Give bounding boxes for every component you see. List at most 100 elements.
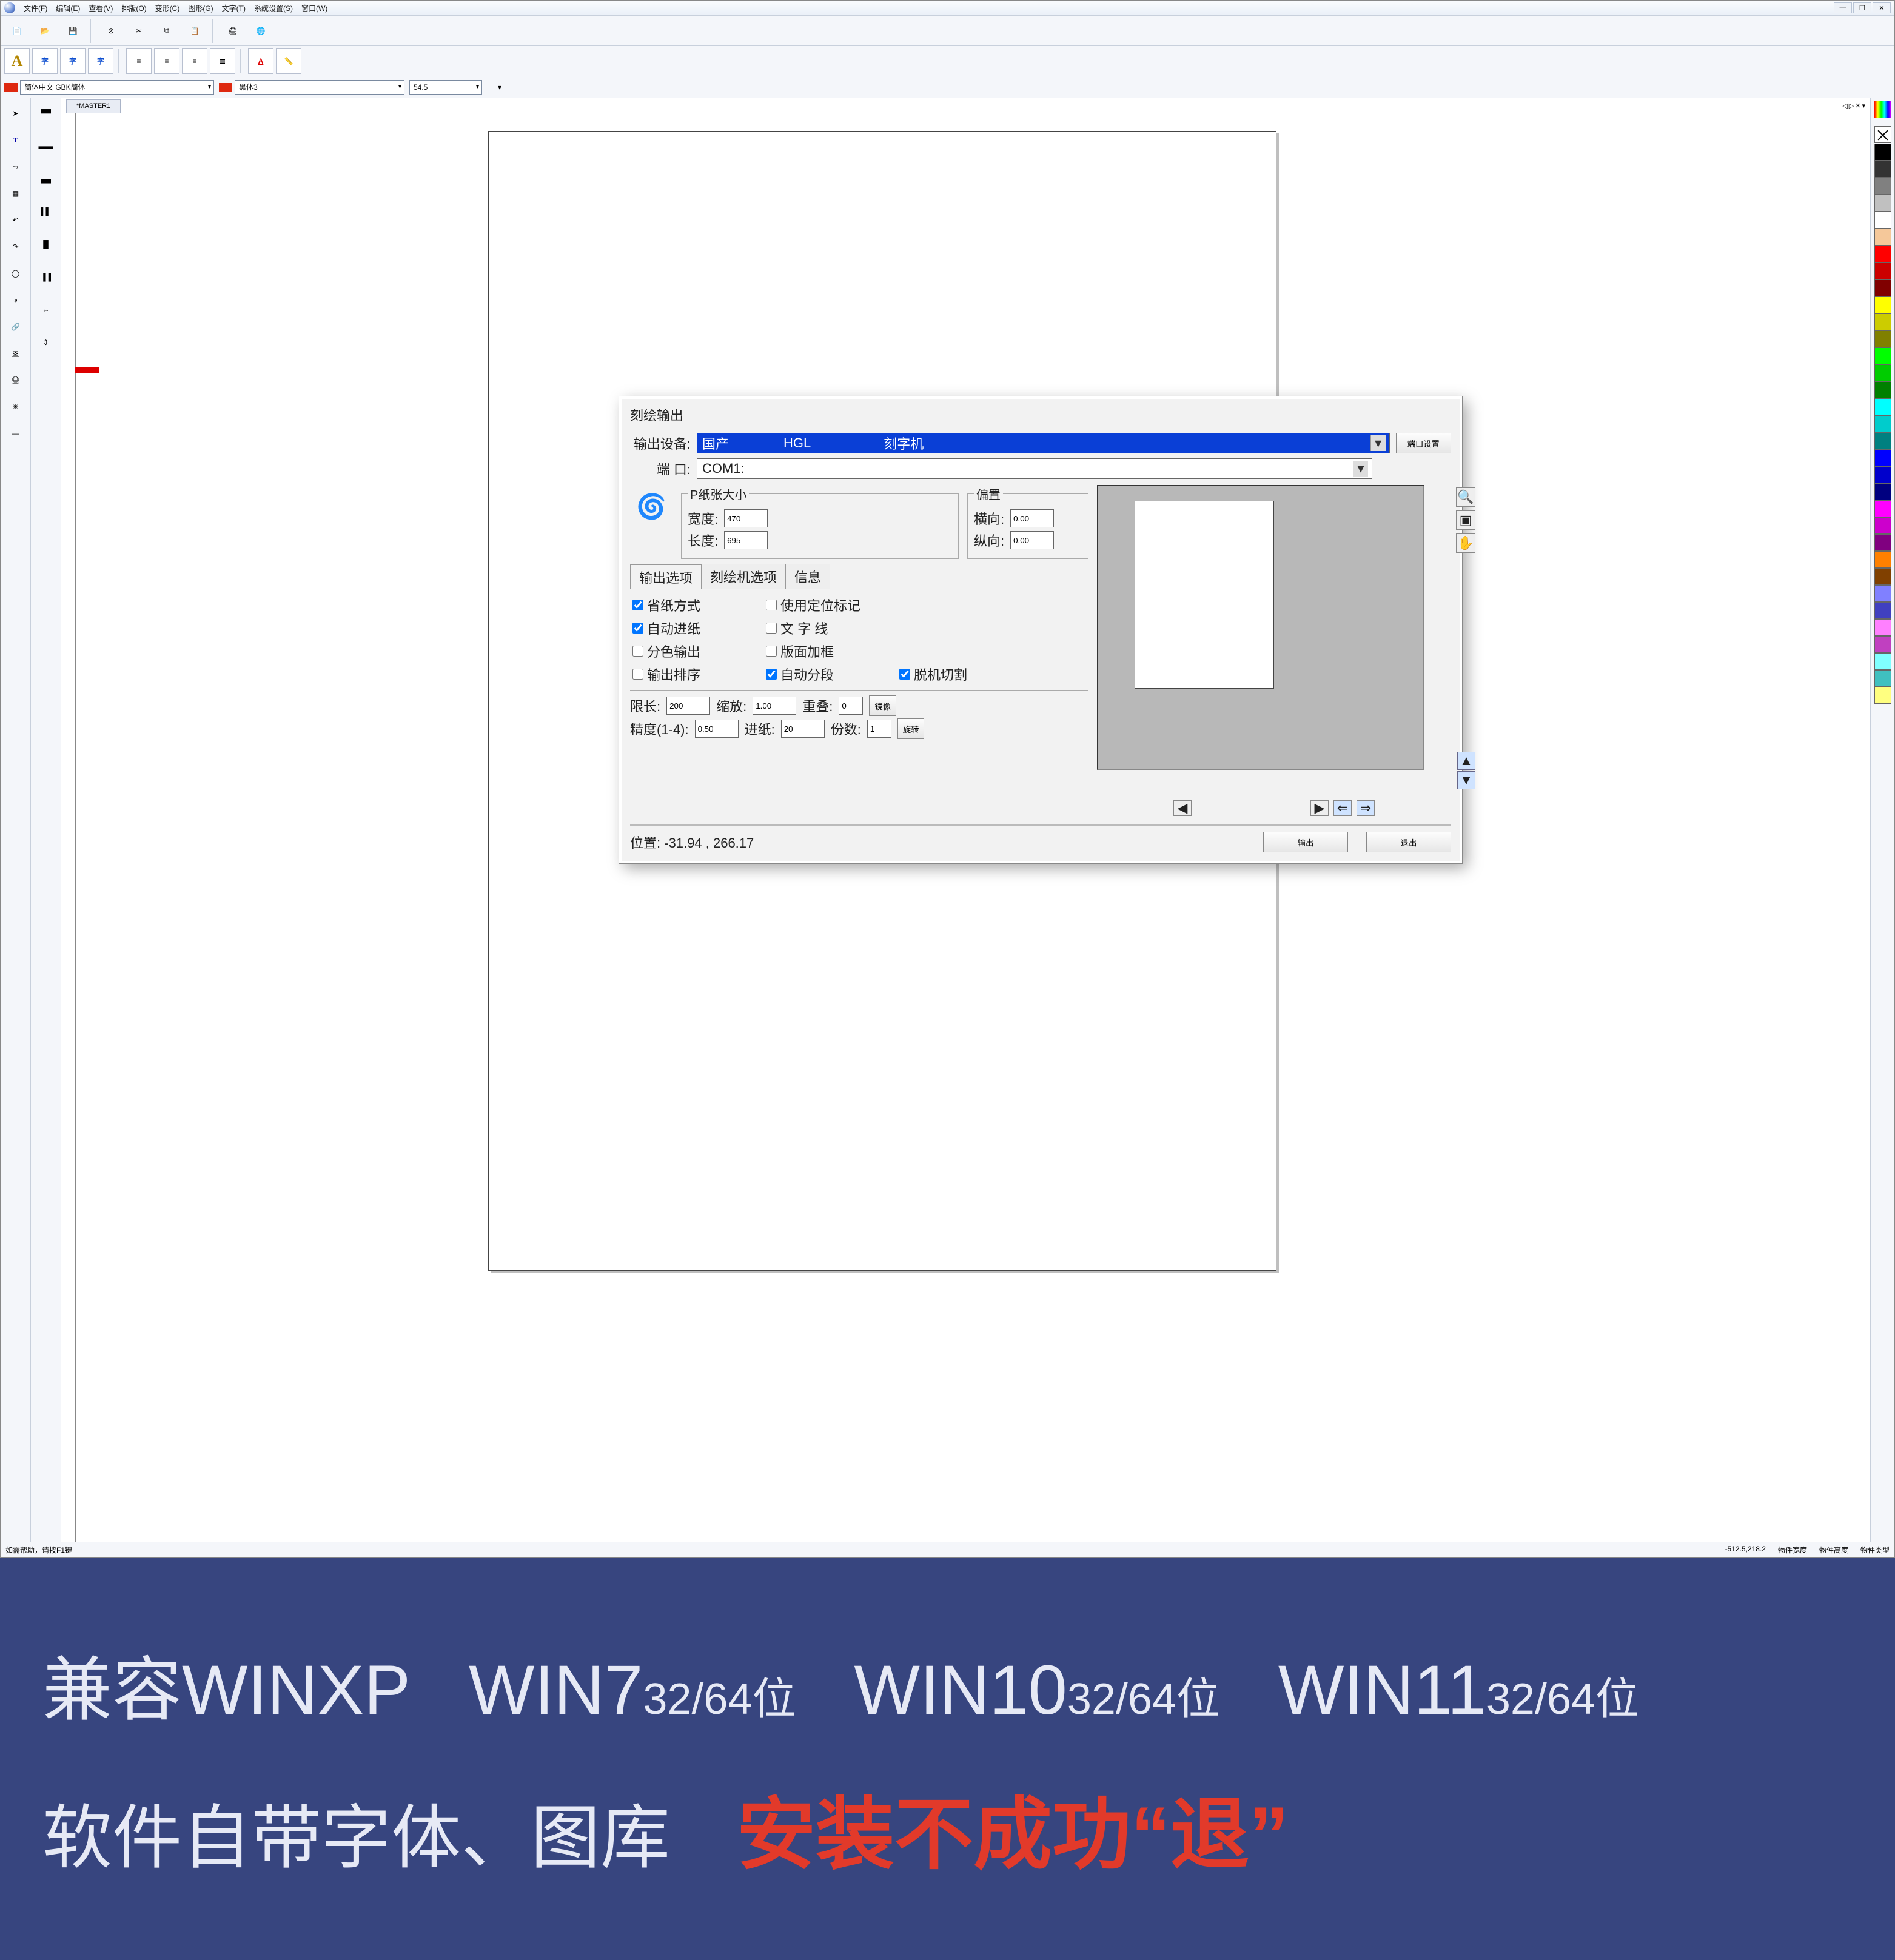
- color-swatch[interactable]: [1874, 161, 1891, 178]
- color-swatch[interactable]: [1874, 347, 1891, 364]
- menu-edit[interactable]: 编辑(E): [56, 3, 80, 13]
- overlap-input[interactable]: [839, 697, 863, 715]
- shapes-icon[interactable]: ◑: [3, 287, 29, 313]
- menu-text[interactable]: 文字(T): [222, 3, 246, 13]
- dist-h-icon[interactable]: ⇔: [33, 297, 59, 323]
- color-swatch[interactable]: [1874, 330, 1891, 347]
- align-top-icon[interactable]: ▀▀: [33, 101, 59, 126]
- tab-menu-icon[interactable]: ▾: [1862, 102, 1865, 110]
- gallery-icon[interactable]: 🖼: [3, 341, 29, 366]
- align-center-icon[interactable]: ≡: [154, 48, 179, 74]
- color-swatch[interactable]: [1874, 466, 1891, 483]
- node-tool-icon[interactable]: ⤳: [3, 154, 29, 179]
- undo-icon[interactable]: ↶: [3, 207, 29, 233]
- tab-next-icon[interactable]: ▷: [1849, 102, 1854, 110]
- color-swatch[interactable]: [1874, 449, 1891, 466]
- menu-view[interactable]: 查看(V): [89, 3, 113, 13]
- minimize-button[interactable]: —: [1834, 2, 1852, 13]
- chk-frame[interactable]: 版面加框: [766, 641, 887, 661]
- menu-shape[interactable]: 图形(G): [188, 3, 213, 13]
- scroll-up-icon[interactable]: ▲: [1457, 752, 1475, 770]
- plot-icon[interactable]: 🌐: [248, 18, 273, 44]
- effects-icon[interactable]: ✳: [3, 394, 29, 420]
- precision-input[interactable]: [695, 720, 739, 738]
- scale-input[interactable]: [753, 697, 796, 715]
- underline-a-icon[interactable]: A: [248, 48, 273, 74]
- new-icon[interactable]: 📄: [4, 18, 30, 44]
- scroll-right-icon[interactable]: ▶: [1310, 800, 1329, 816]
- device-select[interactable]: 国产 HGL 刻字机: [697, 433, 1390, 453]
- feed-input[interactable]: [781, 720, 825, 738]
- zoom-icon[interactable]: 🔍: [1456, 487, 1475, 507]
- color-swatch[interactable]: [1874, 296, 1891, 313]
- color-swatch[interactable]: [1874, 415, 1891, 432]
- color-swatch[interactable]: [1874, 246, 1891, 263]
- color-swatch[interactable]: [1874, 551, 1891, 568]
- ruler-icon[interactable]: 📏: [276, 48, 301, 74]
- align-right-icon[interactable]: ≡: [182, 48, 207, 74]
- color-swatch[interactable]: [1874, 585, 1891, 602]
- scroll-left-icon[interactable]: ◀: [1173, 800, 1192, 816]
- chk-autoseg[interactable]: 自动分段: [766, 664, 887, 684]
- color-swatch[interactable]: [1874, 229, 1891, 246]
- font-size-combo[interactable]: 54.5: [409, 80, 482, 95]
- hoff-input[interactable]: [1010, 509, 1054, 527]
- align-vcenter-icon[interactable]: ▬▬: [33, 133, 59, 159]
- rainbow-icon[interactable]: [1874, 101, 1891, 118]
- guide-handle[interactable]: [75, 367, 99, 373]
- chk-sort[interactable]: 输出排序: [632, 664, 754, 684]
- nav-right-icon[interactable]: ⇒: [1357, 800, 1375, 816]
- chk-autofeed[interactable]: 自动进纸: [632, 618, 754, 638]
- color-swatch[interactable]: [1874, 602, 1891, 619]
- color-swatch[interactable]: [1874, 636, 1891, 653]
- char1-icon[interactable]: 字: [32, 48, 58, 74]
- hand-icon[interactable]: ✋: [1456, 533, 1475, 553]
- color-swatch[interactable]: [1874, 619, 1891, 636]
- chk-colorsep[interactable]: 分色输出: [632, 641, 754, 661]
- rotate-button[interactable]: 旋转: [897, 718, 925, 739]
- table-icon[interactable]: ▦: [3, 181, 29, 206]
- text-tool-icon[interactable]: T: [3, 127, 29, 153]
- output-icon[interactable]: 🖨: [3, 367, 29, 393]
- align-left2-icon[interactable]: ▌▌: [33, 199, 59, 224]
- align-justify-icon[interactable]: ≣: [210, 48, 235, 74]
- maximize-button[interactable]: ❐: [1853, 2, 1871, 13]
- size-down-icon[interactable]: ▾: [487, 75, 512, 100]
- length-input[interactable]: [724, 531, 768, 549]
- color-swatch[interactable]: [1874, 178, 1891, 195]
- color-swatch[interactable]: [1874, 279, 1891, 296]
- menu-window[interactable]: 窗口(W): [301, 3, 327, 13]
- align-left-icon[interactable]: ≡: [126, 48, 152, 74]
- font-combo[interactable]: 黑体3: [235, 80, 404, 95]
- width-input[interactable]: [724, 509, 768, 527]
- tab-info[interactable]: 信息: [785, 564, 830, 589]
- char2-icon[interactable]: 字: [60, 48, 86, 74]
- char3-icon[interactable]: 字: [88, 48, 113, 74]
- color-swatch[interactable]: [1874, 263, 1891, 279]
- menu-transform[interactable]: 变形(C): [155, 3, 180, 13]
- voff-input[interactable]: [1010, 531, 1054, 549]
- redo-icon[interactable]: ↷: [3, 234, 29, 259]
- color-swatch[interactable]: [1874, 398, 1891, 415]
- chain-icon[interactable]: 🔗: [3, 314, 29, 339]
- port-select[interactable]: COM1:: [697, 458, 1372, 479]
- port-config-button[interactable]: 端口设置: [1396, 433, 1451, 453]
- align-right2-icon[interactable]: ▐▐: [33, 264, 59, 290]
- text-a-icon[interactable]: A: [4, 48, 30, 74]
- no-color-swatch[interactable]: [1874, 126, 1891, 143]
- menu-system[interactable]: 系统设置(S): [254, 3, 293, 13]
- chk-textline[interactable]: 文 字 线: [766, 618, 887, 638]
- ellipse-icon[interactable]: ◯: [3, 261, 29, 286]
- open-icon[interactable]: 📂: [32, 18, 58, 44]
- tab-prev-icon[interactable]: ◁: [1842, 102, 1847, 110]
- chk-usemarks[interactable]: 使用定位标记: [766, 595, 887, 615]
- output-button[interactable]: 输出: [1263, 832, 1348, 852]
- color-swatch[interactable]: [1874, 432, 1891, 449]
- paste-icon[interactable]: 📋: [182, 18, 207, 44]
- color-swatch[interactable]: [1874, 381, 1891, 398]
- tab-close-icon[interactable]: ✕: [1855, 102, 1860, 110]
- color-swatch[interactable]: [1874, 534, 1891, 551]
- nav-left-icon[interactable]: ⇐: [1333, 800, 1352, 816]
- color-swatch[interactable]: [1874, 364, 1891, 381]
- pointer-icon[interactable]: ➤: [3, 101, 29, 126]
